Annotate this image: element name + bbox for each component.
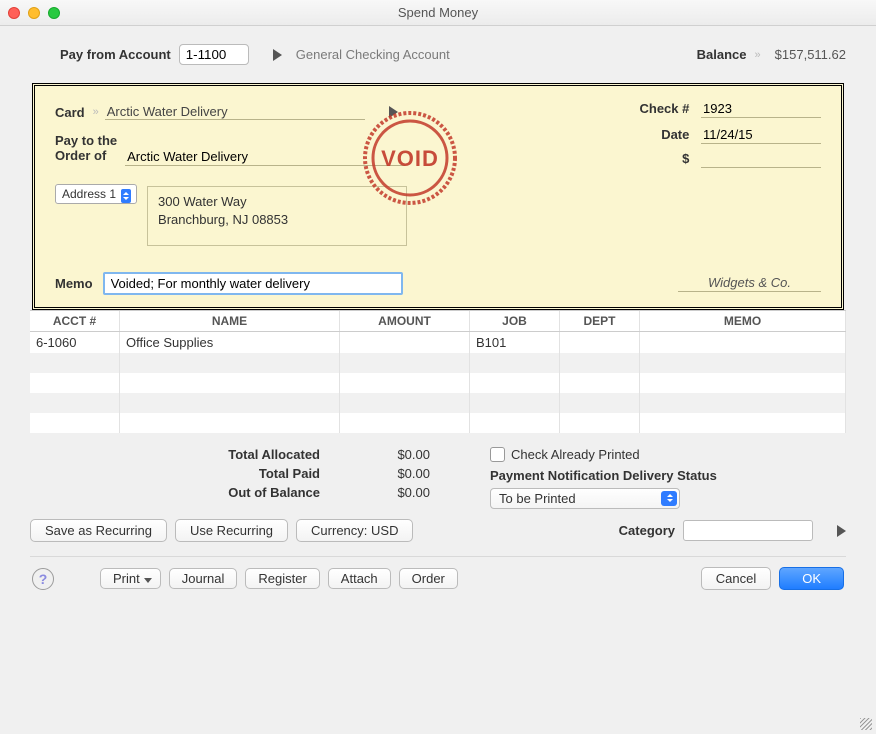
check-no-label: Check #: [619, 101, 689, 116]
use-recurring-button[interactable]: Use Recurring: [175, 519, 288, 542]
window-title: Spend Money: [0, 5, 876, 20]
pay-from-label: Pay from Account: [60, 47, 171, 62]
window: Spend Money Pay from Account General Che…: [0, 0, 876, 734]
ok-button[interactable]: OK: [779, 567, 844, 590]
currency-button[interactable]: Currency: USD: [296, 519, 413, 542]
cancel-button[interactable]: Cancel: [701, 567, 771, 590]
chevron-icon: »: [755, 49, 759, 61]
card-link[interactable]: Arctic Water Delivery: [105, 104, 365, 120]
col-name[interactable]: NAME: [120, 311, 340, 331]
payto-label-1: Pay to the: [55, 134, 117, 149]
col-acct[interactable]: ACCT #: [30, 311, 120, 331]
attach-button[interactable]: Attach: [328, 568, 391, 589]
out-of-balance-value: $0.00: [360, 485, 430, 500]
table-row[interactable]: [30, 413, 846, 433]
check-panel: VOID Card » Arctic Water Delivery Check …: [32, 83, 844, 310]
account-name: General Checking Account: [296, 47, 450, 62]
memo-label: Memo: [55, 276, 93, 291]
memo-input[interactable]: [103, 272, 403, 295]
totals-block: Total Allocated $0.00 Total Paid $0.00 Out…: [180, 447, 430, 509]
table-row[interactable]: [30, 373, 846, 393]
titlebar: Spend Money: [0, 0, 876, 26]
resize-handle-icon[interactable]: [860, 718, 872, 730]
notification-status-select[interactable]: To be Printed: [490, 488, 680, 509]
play-icon[interactable]: [389, 106, 398, 118]
address-line-1: 300 Water Way: [158, 193, 396, 211]
cell-acct[interactable]: 6-1060: [30, 332, 120, 353]
total-paid-value: $0.00: [360, 466, 430, 481]
date-label: Date: [619, 127, 689, 142]
save-as-recurring-button[interactable]: Save as Recurring: [30, 519, 167, 542]
company-name: Widgets & Co.: [678, 275, 821, 292]
cell-memo[interactable]: [640, 332, 846, 353]
help-icon[interactable]: ?: [32, 568, 54, 590]
register-button[interactable]: Register: [245, 568, 319, 589]
play-icon[interactable]: [273, 49, 282, 61]
balance-value: $157,511.62: [775, 47, 846, 62]
play-icon[interactable]: [837, 525, 846, 537]
cell-name[interactable]: Office Supplies: [120, 332, 340, 353]
pay-from-account-input[interactable]: [179, 44, 249, 65]
print-button[interactable]: Print: [100, 568, 161, 589]
pay-to-block: Pay to the Order of: [55, 134, 405, 166]
category-input[interactable]: [683, 520, 813, 541]
col-amount[interactable]: AMOUNT: [340, 311, 470, 331]
address-box[interactable]: 300 Water Way Branchburg, NJ 08853: [147, 186, 407, 246]
allocation-table-header: ACCT # NAME AMOUNT JOB DEPT MEMO: [30, 310, 846, 332]
total-allocated-label: Total Allocated: [180, 447, 320, 462]
allocation-table-body: 6-1060 Office Supplies B101: [30, 332, 846, 433]
header-row: Pay from Account General Checking Accoun…: [60, 44, 846, 65]
payto-label-2: Order of: [55, 149, 117, 164]
col-memo[interactable]: MEMO: [640, 311, 846, 331]
cell-job[interactable]: B101: [470, 332, 560, 353]
date-input[interactable]: [701, 126, 821, 144]
amount-input[interactable]: [701, 150, 821, 168]
col-dept[interactable]: DEPT: [560, 311, 640, 331]
payto-input[interactable]: [125, 148, 405, 166]
address-select[interactable]: Address 1: [55, 186, 137, 201]
notification-status-label: Payment Notification Delivery Status: [490, 468, 846, 483]
already-printed-checkbox[interactable]: [490, 447, 505, 462]
cell-dept[interactable]: [560, 332, 640, 353]
out-of-balance-label: Out of Balance: [180, 485, 320, 500]
order-button[interactable]: Order: [399, 568, 458, 589]
cell-amount[interactable]: [340, 332, 470, 353]
balance-label: Balance: [697, 47, 747, 62]
total-allocated-value: $0.00: [360, 447, 430, 462]
category-label: Category: [619, 523, 675, 538]
card-label: Card: [55, 105, 85, 120]
table-row[interactable]: [30, 353, 846, 373]
col-job[interactable]: JOB: [470, 311, 560, 331]
amount-label: $: [619, 151, 689, 166]
table-row[interactable]: [30, 393, 846, 413]
chevron-icon: »: [93, 106, 97, 118]
already-printed-label: Check Already Printed: [511, 447, 640, 462]
address-line-2: Branchburg, NJ 08853: [158, 211, 396, 229]
table-row[interactable]: 6-1060 Office Supplies B101: [30, 332, 846, 353]
total-paid-label: Total Paid: [180, 466, 320, 481]
journal-button[interactable]: Journal: [169, 568, 238, 589]
check-no-input[interactable]: [701, 100, 821, 118]
